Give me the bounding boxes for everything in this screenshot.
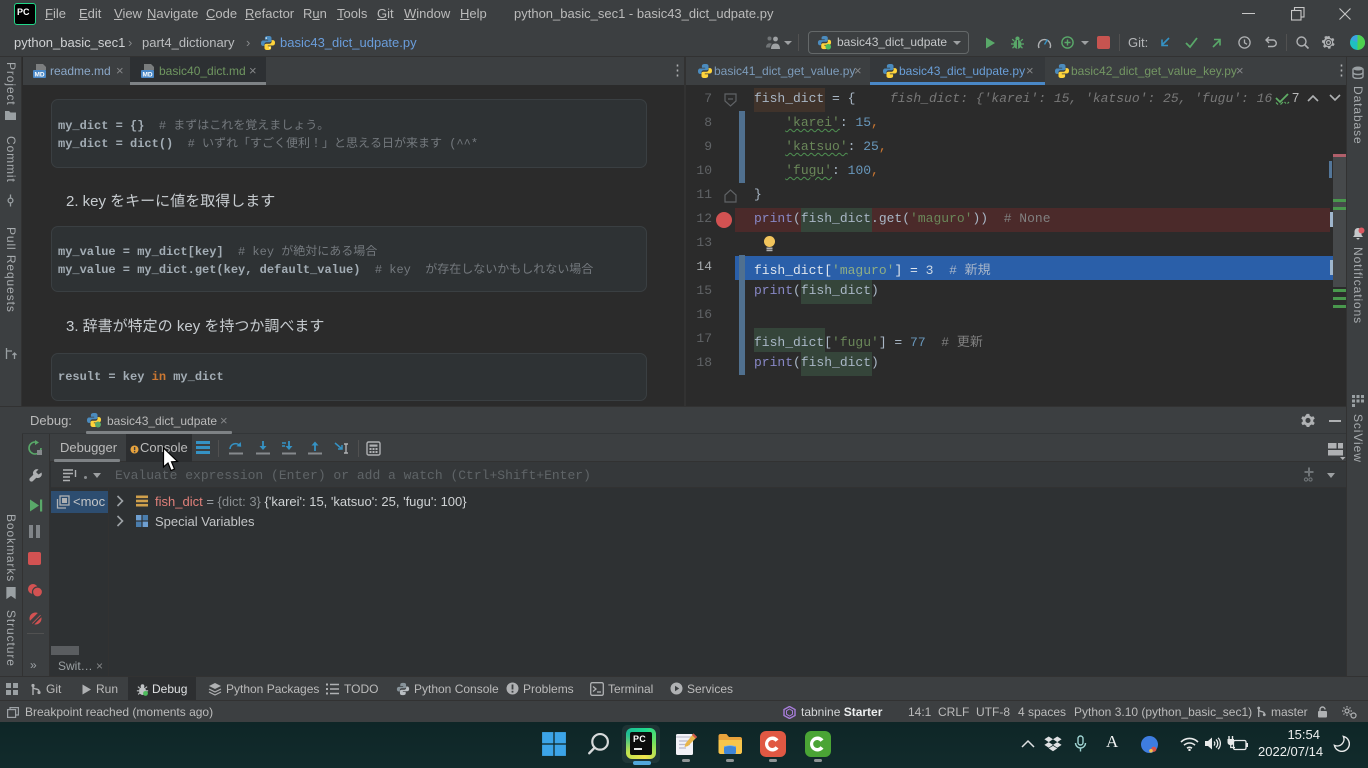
svg-text:MD: MD xyxy=(34,72,44,79)
svg-text:MD: MD xyxy=(142,72,152,79)
